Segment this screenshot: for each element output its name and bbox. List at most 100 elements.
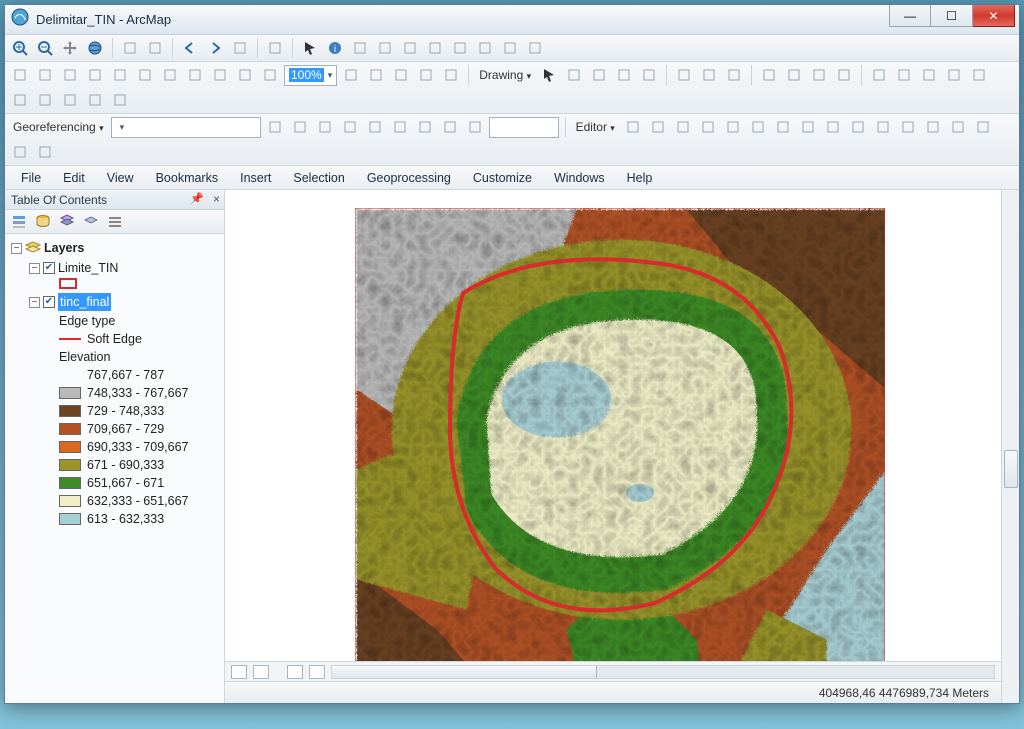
std-0-icon[interactable]: [9, 64, 31, 86]
g4-icon[interactable]: [339, 116, 361, 138]
close-button[interactable]: ✕: [973, 5, 1015, 27]
toc-options-icon[interactable]: [104, 212, 126, 232]
t6-icon[interactable]: [9, 89, 31, 111]
zoom-out-icon[interactable]: [34, 37, 56, 59]
layer-checkbox[interactable]: ✔: [43, 262, 55, 274]
pan-icon[interactable]: [59, 37, 81, 59]
std-9-icon[interactable]: [234, 64, 256, 86]
menu-file[interactable]: File: [11, 168, 51, 188]
t3-icon[interactable]: [918, 64, 940, 86]
dropdown-icon[interactable]: [264, 37, 286, 59]
legend-row[interactable]: 729 - 748,333: [59, 402, 220, 420]
legend-row[interactable]: 767,667 - 787: [59, 366, 220, 384]
toc-list-by-source-icon[interactable]: [32, 212, 54, 232]
layers-root[interactable]: − Layers: [11, 238, 220, 258]
layer-tinc-final[interactable]: − ✔ tinc_final: [29, 292, 220, 312]
timeslider-icon[interactable]: [499, 37, 521, 59]
window-icon[interactable]: [524, 37, 546, 59]
legend-row[interactable]: 613 - 632,333: [59, 510, 220, 528]
std2-3-icon[interactable]: [415, 64, 437, 86]
t4-icon[interactable]: [943, 64, 965, 86]
forward-icon[interactable]: [204, 37, 226, 59]
georef-layer-combo[interactable]: ▾: [111, 117, 261, 138]
find-icon[interactable]: [424, 37, 446, 59]
rotate-icon[interactable]: [563, 64, 585, 86]
e13-icon[interactable]: [922, 116, 944, 138]
minimize-button[interactable]: —: [889, 5, 931, 27]
draw-extra-1-icon[interactable]: [698, 64, 720, 86]
menu-customize[interactable]: Customize: [463, 168, 542, 188]
g1-icon[interactable]: [264, 116, 286, 138]
print2-icon[interactable]: [833, 64, 855, 86]
t9-icon[interactable]: [84, 89, 106, 111]
std-6-icon[interactable]: [159, 64, 181, 86]
new-doc-icon[interactable]: [758, 64, 780, 86]
layout-view-button[interactable]: [253, 665, 269, 679]
editor-label[interactable]: Editor ▾: [572, 120, 619, 134]
draw-extra-2-icon[interactable]: [723, 64, 745, 86]
html-popup-icon[interactable]: [374, 37, 396, 59]
e14-icon[interactable]: [947, 116, 969, 138]
georef-input[interactable]: [489, 117, 559, 138]
e11-icon[interactable]: [872, 116, 894, 138]
edit-vertices-icon[interactable]: [638, 64, 660, 86]
toc-tree[interactable]: − Layers − ✔ Limite_TIN − ✔ tinc_final: [5, 234, 224, 703]
toggle-scale-icon[interactable]: [229, 37, 251, 59]
layer-checkbox[interactable]: ✔: [43, 296, 55, 308]
toc-close-button[interactable]: ×: [213, 192, 220, 206]
e15-icon[interactable]: [972, 116, 994, 138]
e16-icon[interactable]: [9, 141, 31, 163]
std2-2-icon[interactable]: [390, 64, 412, 86]
legend-row[interactable]: 709,667 - 729: [59, 420, 220, 438]
std-3-icon[interactable]: [84, 64, 106, 86]
t5-icon[interactable]: [968, 64, 990, 86]
e6-icon[interactable]: [747, 116, 769, 138]
std2-4-icon[interactable]: [440, 64, 462, 86]
toc-list-by-drawing-order-icon[interactable]: [8, 212, 30, 232]
zoom-combo[interactable]: 100%▾: [284, 65, 337, 86]
menu-edit[interactable]: Edit: [53, 168, 95, 188]
toc-list-by-visibility-icon[interactable]: [56, 212, 78, 232]
e2-icon[interactable]: [647, 116, 669, 138]
menu-selection[interactable]: Selection: [283, 168, 354, 188]
legend-row[interactable]: 748,333 - 767,667: [59, 384, 220, 402]
refresh-button[interactable]: [287, 665, 303, 679]
open-folder-icon[interactable]: [783, 64, 805, 86]
t2-icon[interactable]: [893, 64, 915, 86]
collapse-icon[interactable]: −: [29, 297, 40, 308]
e3-icon[interactable]: [672, 116, 694, 138]
measure-icon[interactable]: [399, 37, 421, 59]
menu-bookmarks[interactable]: Bookmarks: [146, 168, 229, 188]
fit-out-icon[interactable]: [144, 37, 166, 59]
map-canvas[interactable]: [225, 190, 1001, 661]
draw-extra-0-icon[interactable]: [673, 64, 695, 86]
text-icon[interactable]: [613, 64, 635, 86]
std2-1-icon[interactable]: [365, 64, 387, 86]
std-7-icon[interactable]: [184, 64, 206, 86]
back-icon[interactable]: [179, 37, 201, 59]
e8-icon[interactable]: [797, 116, 819, 138]
menu-geoprocessing[interactable]: Geoprocessing: [357, 168, 461, 188]
menu-insert[interactable]: Insert: [230, 168, 281, 188]
rectangle-icon[interactable]: [588, 64, 610, 86]
pointer-icon[interactable]: [538, 64, 560, 86]
e10-icon[interactable]: [847, 116, 869, 138]
std-2-icon[interactable]: [59, 64, 81, 86]
h-scrollbar[interactable]: [331, 665, 995, 679]
g5-icon[interactable]: [364, 116, 386, 138]
layer-limite-tin[interactable]: − ✔ Limite_TIN: [29, 258, 220, 278]
g2-icon[interactable]: [289, 116, 311, 138]
e12-icon[interactable]: [897, 116, 919, 138]
save2-icon[interactable]: [808, 64, 830, 86]
pointer-icon[interactable]: [299, 37, 321, 59]
t10-icon[interactable]: [109, 89, 131, 111]
g9-icon[interactable]: [464, 116, 486, 138]
std2-0-icon[interactable]: [340, 64, 362, 86]
std-8-icon[interactable]: [209, 64, 231, 86]
menu-windows[interactable]: Windows: [544, 168, 615, 188]
xy2-icon[interactable]: [474, 37, 496, 59]
identify-icon[interactable]: i: [324, 37, 346, 59]
collapse-icon[interactable]: −: [11, 243, 22, 254]
std-5-icon[interactable]: [134, 64, 156, 86]
g7-icon[interactable]: [414, 116, 436, 138]
